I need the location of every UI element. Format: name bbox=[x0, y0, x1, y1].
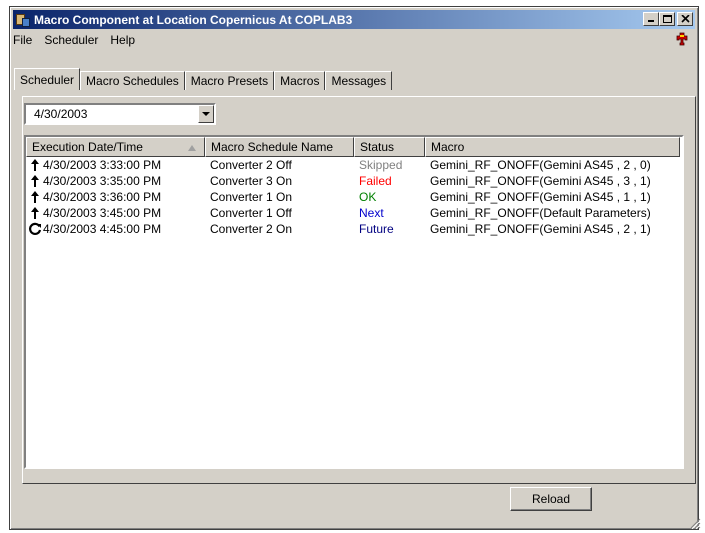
table-row[interactable]: 4/30/2003 3:33:00 PM Converter 2 Off Skipp… bbox=[26, 157, 682, 173]
status-cell: Future bbox=[359, 222, 394, 236]
datetime-cell: 4/30/2003 3:45:00 PM bbox=[26, 206, 205, 220]
repeat-icon bbox=[28, 222, 42, 236]
up-arrow-icon bbox=[28, 206, 42, 220]
column-header-schedule-name[interactable]: Macro Schedule Name bbox=[205, 137, 354, 157]
macro-cell: Gemini_RF_ONOFF(Gemini AS45 , 1 , 1) bbox=[430, 190, 651, 204]
schedule-name-cell: Converter 2 Off bbox=[210, 158, 292, 172]
menu-help[interactable]: Help bbox=[104, 33, 141, 47]
menu-scheduler[interactable]: Scheduler bbox=[38, 33, 104, 47]
minimize-button[interactable] bbox=[643, 12, 659, 26]
chevron-down-icon bbox=[202, 112, 210, 116]
column-header-datetime[interactable]: Execution Date/Time bbox=[26, 137, 205, 157]
schedule-name-cell: Converter 3 On bbox=[210, 174, 293, 188]
up-arrow-icon bbox=[28, 174, 42, 188]
schedule-name-cell: Converter 2 On bbox=[210, 222, 293, 236]
macro-cell: Gemini_RF_ONOFF(Gemini AS45 , 3 , 1) bbox=[430, 174, 651, 188]
macro-cell: Gemini_RF_ONOFF(Gemini AS45 , 2 , 1) bbox=[430, 222, 651, 236]
datetime-cell: 4/30/2003 3:35:00 PM bbox=[26, 174, 205, 188]
datetime-cell: 4/30/2003 4:45:00 PM bbox=[26, 222, 205, 236]
close-button[interactable] bbox=[677, 12, 693, 26]
table-row[interactable]: 4/30/2003 3:45:00 PM Converter 1 Off Next G… bbox=[26, 205, 682, 221]
up-arrow-icon bbox=[28, 158, 42, 172]
maximize-button[interactable] bbox=[659, 12, 675, 26]
tab-macros[interactable]: Macros bbox=[274, 71, 326, 90]
status-cell: Failed bbox=[359, 174, 392, 188]
datetime-text: 4/30/2003 4:45:00 PM bbox=[43, 222, 162, 236]
schedule-name-cell: Converter 1 Off bbox=[210, 206, 292, 220]
status-cell: Skipped bbox=[359, 158, 403, 172]
window-title: Macro Component at Location Copernicus A… bbox=[34, 12, 353, 27]
status-cell: Next bbox=[359, 206, 384, 220]
table-row[interactable]: 4/30/2003 3:35:00 PM Converter 3 On Failed… bbox=[26, 173, 682, 189]
maximize-icon bbox=[663, 15, 672, 23]
plugin-icon[interactable] bbox=[675, 32, 689, 46]
datetime-text: 4/30/2003 3:36:00 PM bbox=[43, 190, 162, 204]
tab-messages[interactable]: Messages bbox=[325, 71, 393, 90]
close-icon bbox=[680, 15, 690, 23]
datetime-text: 4/30/2003 3:45:00 PM bbox=[43, 206, 162, 220]
datetime-cell: 4/30/2003 3:33:00 PM bbox=[26, 158, 205, 172]
menu-file[interactable]: File bbox=[13, 33, 38, 47]
app-icon bbox=[15, 12, 31, 28]
tab-macro-presets[interactable]: Macro Presets bbox=[184, 71, 275, 90]
list-body: 4/30/2003 3:33:00 PM Converter 2 Off Skipp… bbox=[26, 157, 682, 237]
list-header: Execution Date/Time Macro Schedule Name … bbox=[26, 137, 682, 157]
datetime-text: 4/30/2003 3:33:00 PM bbox=[43, 158, 162, 172]
column-header-macro[interactable]: Macro bbox=[425, 137, 680, 157]
title-bar[interactable]: Macro Component at Location Copernicus A… bbox=[13, 10, 695, 29]
menu-bar: File Scheduler Help bbox=[13, 31, 695, 49]
tab-strip: Scheduler Macro Schedules Macro Presets … bbox=[14, 68, 393, 90]
datetime-cell: 4/30/2003 3:36:00 PM bbox=[26, 190, 205, 204]
macro-cell: Gemini_RF_ONOFF(Default Parameters) bbox=[430, 206, 651, 220]
datetime-text: 4/30/2003 3:35:00 PM bbox=[43, 174, 162, 188]
schedule-list[interactable]: Execution Date/Time Macro Schedule Name … bbox=[24, 135, 684, 469]
window-controls bbox=[643, 12, 693, 26]
resize-grip-icon[interactable] bbox=[689, 517, 701, 529]
date-dropdown[interactable]: 4/30/2003 bbox=[24, 103, 216, 125]
column-header-label: Execution Date/Time bbox=[32, 140, 143, 154]
macro-cell: Gemini_RF_ONOFF(Gemini AS45 , 2 , 0) bbox=[430, 158, 651, 172]
up-arrow-icon bbox=[28, 190, 42, 204]
date-value: 4/30/2003 bbox=[34, 107, 88, 121]
column-header-status[interactable]: Status bbox=[354, 137, 425, 157]
table-row[interactable]: 4/30/2003 3:36:00 PM Converter 1 On OK Gemi… bbox=[26, 189, 682, 205]
schedule-name-cell: Converter 1 On bbox=[210, 190, 293, 204]
tab-scheduler[interactable]: Scheduler bbox=[14, 68, 81, 90]
sort-arrow-icon bbox=[188, 145, 196, 151]
status-cell: OK bbox=[359, 190, 377, 204]
minimize-icon bbox=[648, 20, 654, 22]
dropdown-button[interactable] bbox=[198, 105, 214, 123]
table-row[interactable]: 4/30/2003 4:45:00 PM Converter 2 On Future… bbox=[26, 221, 682, 237]
reload-button[interactable]: Reload bbox=[510, 487, 592, 511]
tab-macro-schedules[interactable]: Macro Schedules bbox=[80, 71, 185, 90]
